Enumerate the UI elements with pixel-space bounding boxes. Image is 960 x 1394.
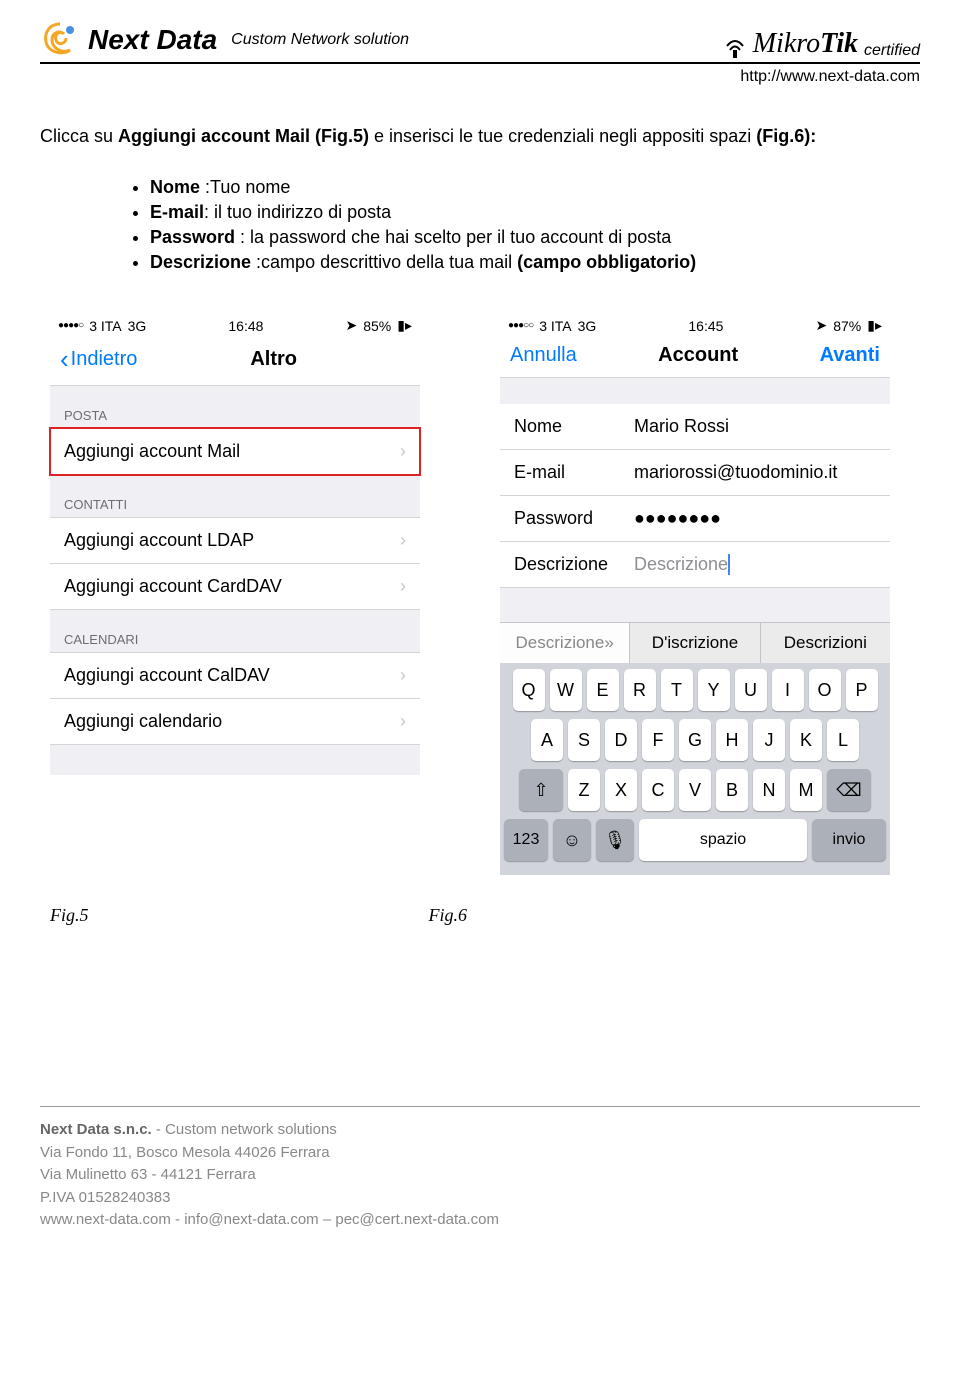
form-row-name[interactable]: Nome Mario Rossi <box>500 404 890 450</box>
location-icon: ➤ <box>345 317 357 334</box>
nav-bar: Annulla Account Avanti <box>500 338 890 378</box>
key-t[interactable]: T <box>661 669 693 711</box>
key-a[interactable]: A <box>531 719 563 761</box>
screenshot-fig6: ●●●○○ 3 ITA 3G 16:45 ➤ 87% ▮▸ Annulla Ac… <box>500 313 890 875</box>
keyboard: QWERTYUIOP ASDFGHJKL ⇧ZXCVBNM⌫ 123 ☺ 🎙 s… <box>500 663 890 875</box>
key-u[interactable]: U <box>735 669 767 711</box>
key-w[interactable]: W <box>550 669 582 711</box>
key-emoji[interactable]: ☺ <box>553 819 591 861</box>
key-z[interactable]: Z <box>568 769 600 811</box>
wifi-icon <box>723 32 747 60</box>
section-header: CALENDARI <box>50 610 420 653</box>
suggestion[interactable]: D'iscrizione <box>630 623 760 663</box>
cancel-button[interactable]: Annulla <box>510 344 577 367</box>
key-f[interactable]: F <box>642 719 674 761</box>
chevron-right-icon: › <box>400 665 406 686</box>
list-item-add-calendar[interactable]: Aggiungi calendario › <box>50 698 420 745</box>
chevron-left-icon: ‹ <box>60 344 69 375</box>
swirl-logo-icon <box>40 20 80 60</box>
battery-icon: ▮▸ <box>397 317 412 334</box>
key-b[interactable]: B <box>716 769 748 811</box>
key-v[interactable]: V <box>679 769 711 811</box>
header-url: http://www.next-data.com <box>40 68 920 86</box>
key-l[interactable]: L <box>827 719 859 761</box>
key-h[interactable]: H <box>716 719 748 761</box>
partner-logo: MikroTik <box>753 28 858 60</box>
key-y[interactable]: Y <box>698 669 730 711</box>
key-d[interactable]: D <box>605 719 637 761</box>
key-shift[interactable]: ⇧ <box>519 769 563 811</box>
key-g[interactable]: G <box>679 719 711 761</box>
key-o[interactable]: O <box>809 669 841 711</box>
status-bar: ●●●●○ 3 ITA 3G 16:48 ➤ 85% ▮▸ <box>50 313 420 338</box>
key-c[interactable]: C <box>642 769 674 811</box>
certified-label: certified <box>864 42 920 60</box>
form-row-password[interactable]: Password ●●●●●●●● <box>500 496 890 542</box>
list-item-add-ldap[interactable]: Aggiungi account LDAP › <box>50 517 420 564</box>
key-i[interactable]: I <box>772 669 804 711</box>
list-item-add-mail[interactable]: Aggiungi account Mail › <box>50 428 420 475</box>
key-x[interactable]: X <box>605 769 637 811</box>
form-row-description[interactable]: Descrizione Descrizione <box>500 542 890 588</box>
chevron-right-icon: › <box>400 576 406 597</box>
section-header: CONTATTI <box>50 475 420 518</box>
key-space[interactable]: spazio <box>639 819 807 861</box>
key-r[interactable]: R <box>624 669 656 711</box>
chevron-right-icon: › <box>400 711 406 732</box>
key-k[interactable]: K <box>790 719 822 761</box>
key-p[interactable]: P <box>846 669 878 711</box>
form-row-email[interactable]: E-mail mariorossi@tuodominio.it <box>500 450 890 496</box>
key-j[interactable]: J <box>753 719 785 761</box>
nav-bar: ‹ Indietro Altro <box>50 338 420 386</box>
mic-icon: 🎙 <box>604 830 627 851</box>
section-header: POSTA <box>50 386 420 429</box>
list-item-add-carddav[interactable]: Aggiungi account CardDAV › <box>50 563 420 610</box>
key-m[interactable]: M <box>790 769 822 811</box>
key-123[interactable]: 123 <box>504 819 548 861</box>
suggestion[interactable]: Descrizioni <box>761 623 890 663</box>
credential-bullets: Nome :Tuo nome E-mail: il tuo indirizzo … <box>110 177 920 273</box>
keyboard-suggestions: Descrizione» D'iscrizione Descrizioni <box>500 622 890 663</box>
figure-captions: Fig.5 Fig.6 <box>50 905 920 926</box>
location-icon: ➤ <box>815 317 827 334</box>
key-enter[interactable]: invio <box>812 819 886 861</box>
chevron-right-icon: › <box>400 530 406 551</box>
key-e[interactable]: E <box>587 669 619 711</box>
key-n[interactable]: N <box>753 769 785 811</box>
battery-icon: ▮▸ <box>867 317 882 334</box>
nav-title: Altro <box>250 348 297 371</box>
key-backspace[interactable]: ⌫ <box>827 769 871 811</box>
page-header: Next Data Custom Network solution MikroT… <box>40 20 920 64</box>
back-button[interactable]: ‹ Indietro <box>60 344 137 375</box>
key-s[interactable]: S <box>568 719 600 761</box>
suggestion[interactable]: Descrizione» <box>500 623 630 663</box>
key-mic[interactable]: 🎙 <box>596 819 634 861</box>
list-item-add-caldav[interactable]: Aggiungi account CalDAV › <box>50 652 420 699</box>
brand-tagline: Custom Network solution <box>231 31 409 49</box>
status-bar: ●●●○○ 3 ITA 3G 16:45 ➤ 87% ▮▸ <box>500 313 890 338</box>
screenshot-fig5: ●●●●○ 3 ITA 3G 16:48 ➤ 85% ▮▸ ‹ Indietro… <box>50 313 420 775</box>
key-q[interactable]: Q <box>513 669 545 711</box>
nav-title: Account <box>658 344 738 367</box>
next-button[interactable]: Avanti <box>820 344 880 367</box>
brand-name: Next Data <box>88 24 217 56</box>
page-footer: Next Data s.n.c. - Custom network soluti… <box>40 1106 920 1232</box>
chevron-right-icon: › <box>400 441 406 462</box>
intro-text: Clicca su Aggiungi account Mail (Fig.5) … <box>40 126 920 147</box>
